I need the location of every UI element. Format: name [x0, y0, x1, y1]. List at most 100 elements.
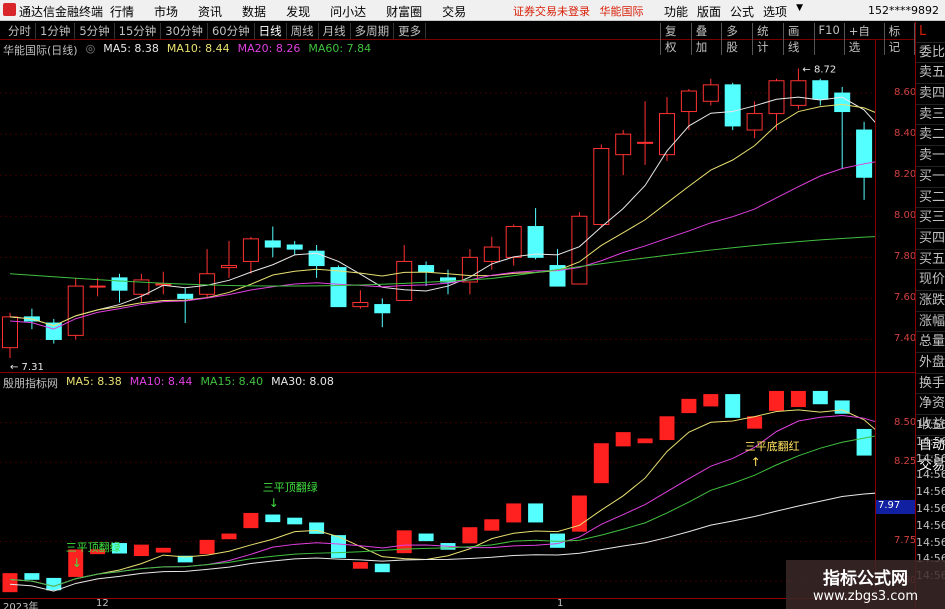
menu-item-function[interactable]: 功能 [664, 3, 688, 20]
side-tab-9[interactable]: 买四 [916, 229, 945, 250]
period-monthly[interactable]: 月线 [319, 23, 351, 39]
candle-up[interactable] [67, 285, 84, 336]
candle-down[interactable] [286, 244, 303, 250]
price-tick-label: 8.00 [894, 210, 917, 222]
candle-up[interactable] [242, 238, 259, 262]
high-marker: ← 8.72 [802, 64, 836, 75]
candle-up[interactable] [659, 113, 675, 156]
period-5min[interactable]: 5分钟 [75, 23, 115, 39]
side-tab-11[interactable]: 现价 [916, 270, 945, 291]
side-tab-17[interactable]: 净资 [916, 394, 945, 416]
side-tab-0[interactable]: 委比 [916, 43, 945, 64]
candle-up[interactable] [89, 285, 106, 288]
period-1min[interactable]: 1分钟 [36, 23, 76, 39]
candle-down[interactable] [418, 265, 435, 273]
menu-item-news[interactable]: 资讯 [198, 3, 222, 20]
period-15min[interactable]: 15分钟 [115, 23, 162, 39]
period-60min[interactable]: 60分钟 [208, 23, 255, 39]
candle-up[interactable] [615, 133, 632, 156]
price-tick-label: 8.60 [894, 87, 917, 99]
menu-item-quotes[interactable]: 行情 [110, 3, 134, 20]
candle-down[interactable] [856, 129, 873, 178]
candle-down[interactable] [527, 226, 544, 258]
candle-down[interactable] [374, 304, 391, 314]
indicator-bar [221, 533, 237, 540]
side-header[interactable]: L [916, 22, 945, 43]
sub-ma15-label: MA15: 8.40 [200, 375, 264, 388]
candle-down[interactable] [834, 92, 851, 113]
side-tab-4[interactable]: 卖二 [916, 125, 945, 147]
candle-down[interactable] [330, 267, 347, 308]
side-tab-1[interactable]: 卖五 [916, 63, 945, 85]
candle-down[interactable] [111, 277, 128, 291]
candle-up[interactable] [746, 113, 763, 131]
price-tick-label: 8.40 [894, 128, 917, 140]
signal-label: 三平底翻红 [745, 439, 800, 453]
indicator-bar [725, 394, 741, 418]
side-tab-14[interactable]: 总量 [916, 332, 945, 353]
side-tab-10[interactable]: 买五 [916, 250, 945, 271]
candle-down[interactable] [812, 80, 829, 100]
indicator-panel[interactable]: 三平顶翻绿 ↓ 三平顶翻绿 ↓ 三平底翻红 ↑ 殷朋指标网 MA5: 8.38 MA10:… [0, 372, 875, 598]
broker-notice[interactable]: 证券交易未登录 华能国际 [513, 3, 644, 19]
settings-icon[interactable]: ◎ [86, 42, 96, 58]
candle-up[interactable] [483, 246, 500, 262]
candle-up[interactable] [680, 90, 697, 113]
indicator-tick-label: 8.25 [894, 456, 917, 468]
period-more[interactable]: 更多 [394, 23, 427, 39]
candle-up[interactable] [768, 80, 785, 115]
menu-item-market[interactable]: 市场 [154, 3, 178, 20]
indicator-bar [418, 533, 434, 542]
candle-down[interactable] [177, 293, 194, 299]
login-status[interactable]: 证券交易未登录 [513, 5, 590, 18]
side-tab-16[interactable]: 换手 [916, 374, 945, 395]
candle-up[interactable] [571, 215, 588, 285]
time-label: 14:56 [916, 518, 945, 532]
side-tab-2[interactable]: 卖四 [916, 84, 945, 105]
side-tab-7[interactable]: 买二 [916, 188, 945, 209]
indicator-bar [265, 514, 281, 523]
side-tab-3[interactable]: 卖三 [916, 105, 945, 126]
stock-name[interactable]: 华能国际(日线) [3, 42, 78, 58]
period-30min[interactable]: 30分钟 [161, 23, 208, 39]
period-daily[interactable]: 日线 [255, 23, 287, 39]
menu-item-trade[interactable]: 交易 [442, 3, 466, 20]
candle-down[interactable] [264, 240, 281, 248]
time-label: 14:56 [916, 451, 945, 465]
candle-up[interactable] [702, 84, 719, 102]
side-tab-8[interactable]: 买三 [916, 208, 945, 229]
candle-up[interactable] [352, 302, 369, 308]
indicator-name[interactable]: 殷朋指标网 [3, 375, 58, 391]
kline-panel[interactable]: ← 8.72 ← 7.31 华能国际(日线) ◎ MA5: 8.38 MA10: … [0, 40, 875, 372]
candle-down[interactable] [724, 84, 741, 127]
side-tab-5[interactable]: 卖一 [916, 146, 945, 167]
menu-item-options[interactable]: 选项 [763, 3, 787, 20]
candle-up[interactable] [396, 260, 413, 301]
kline-chart[interactable]: ← 8.72 ← 7.31 [0, 40, 875, 372]
period-intraday[interactable]: 分时 [4, 23, 36, 39]
candle-up[interactable] [505, 226, 522, 258]
indicator-bar [352, 562, 368, 569]
candle-up[interactable] [461, 256, 478, 283]
period-multi[interactable]: 多周期 [351, 23, 395, 39]
menu-item-data[interactable]: 数据 [242, 3, 266, 20]
menu-item-formula[interactable]: 公式 [730, 3, 754, 20]
user-account[interactable]: 152****9892 [868, 4, 939, 17]
candle-up[interactable] [221, 265, 237, 269]
candle-up[interactable] [593, 148, 610, 225]
dropdown-icon[interactable]: ▼ [796, 3, 803, 20]
side-tab-12[interactable]: 涨跌 [916, 291, 945, 312]
ma20-line [9, 161, 875, 330]
menu-item-ask[interactable]: 问小达 [330, 3, 366, 20]
indicator-chart[interactable]: 三平顶翻绿 ↓ 三平顶翻绿 ↓ 三平底翻红 ↑ [0, 373, 875, 599]
menu-item-discover[interactable]: 发现 [286, 3, 310, 20]
menu-item-wealth[interactable]: 财富圈 [386, 3, 422, 20]
indicator-bar [593, 443, 609, 484]
menu-item-layout[interactable]: 版面 [697, 3, 721, 20]
candle-up[interactable] [790, 80, 807, 106]
side-tab-15[interactable]: 外盘 [916, 353, 945, 374]
side-tab-13[interactable]: 涨幅 [916, 312, 945, 333]
period-weekly[interactable]: 周线 [287, 23, 319, 39]
candle-up[interactable] [637, 141, 654, 144]
side-tab-6[interactable]: 买一 [916, 167, 945, 188]
